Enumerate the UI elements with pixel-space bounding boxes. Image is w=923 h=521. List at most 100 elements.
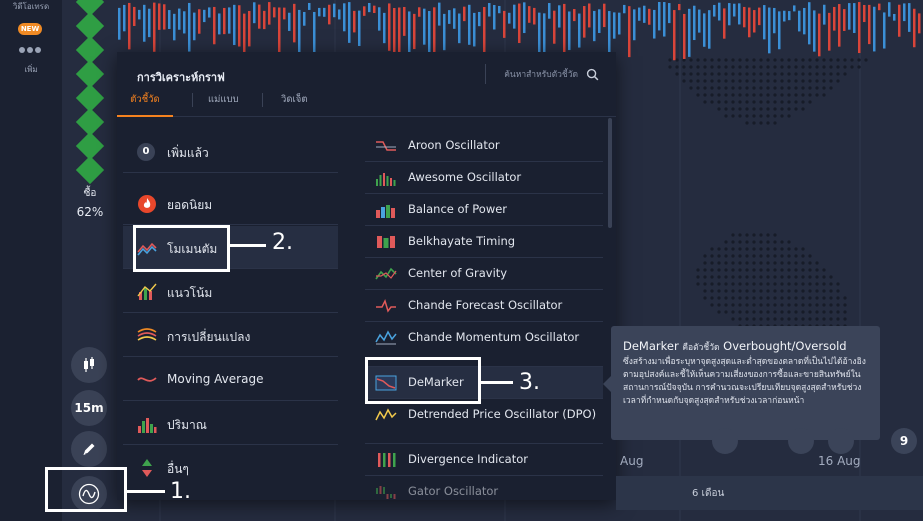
tab-widgets[interactable]: วิดเจ็ต xyxy=(281,90,308,117)
tab-templates[interactable]: แม่แบบ xyxy=(208,90,239,117)
category-label: เพิ่มแล้ว xyxy=(167,146,209,160)
timeline-range-label: 6 เดือน xyxy=(692,488,725,499)
category-trend[interactable]: แนวโน้ม xyxy=(123,270,338,313)
candle-type-button[interactable] xyxy=(71,347,107,383)
chart-analysis-dialog: การวิเคราะห์กราฟ ตัวชี้วัด แม่แบบ วิดเจ็… xyxy=(117,52,616,500)
indicator-gator-oscillator[interactable]: Gator Oscillator xyxy=(365,476,603,500)
category-other[interactable]: อื่นๆ xyxy=(123,446,338,489)
annotation-line-1 xyxy=(127,490,165,493)
candlestick-icon xyxy=(84,357,94,372)
annotation-box-1 xyxy=(45,467,127,512)
indicator-awesome-oscillator[interactable]: Awesome Oscillator xyxy=(365,162,603,194)
indicator-label: Divergence Indicator xyxy=(408,452,528,466)
annotation-line-2 xyxy=(230,244,266,247)
indicator-label: Chande Momentum Oscillator xyxy=(408,330,580,344)
category-added[interactable]: 0 เพิ่มแล้ว xyxy=(123,130,338,173)
gator-icon xyxy=(376,486,396,499)
chart-timeline: 9 Aug 16 Aug 6 เดือน xyxy=(616,428,923,521)
timeline-event-marker[interactable] xyxy=(788,428,814,454)
moving-average-icon xyxy=(137,377,157,382)
timeframe-button[interactable]: 15m xyxy=(71,390,107,426)
timeline-event-marker[interactable] xyxy=(828,428,854,454)
annotation-number-1: 1. xyxy=(170,479,191,504)
dialog-tabs: ตัวชี้วัด แม่แบบ วิดเจ็ต xyxy=(117,90,477,117)
indicator-search xyxy=(485,64,600,84)
annotation-number-2: 2. xyxy=(272,230,293,255)
cmo-icon xyxy=(375,330,397,345)
indicator-center-of-gravity[interactable]: Center of Gravity xyxy=(365,258,603,290)
tooltip-heading: DeMarker คือตัวชี้วัด Overbought/Oversol… xyxy=(623,338,869,356)
more-dots-icon[interactable] xyxy=(19,38,43,53)
indicator-list: Aroon Oscillator Awesome Oscillator Bala… xyxy=(365,130,605,500)
dialog-title: การวิเคราะห์กราฟ xyxy=(137,71,225,84)
indicator-label: Balance of Power xyxy=(408,202,508,216)
indicator-chande-forecast-oscillator[interactable]: Chande Forecast Oscillator xyxy=(365,290,603,322)
volume-icon xyxy=(138,418,157,433)
cog-icon xyxy=(375,267,397,280)
category-label: แนวโน้ม xyxy=(167,286,213,300)
belkhayate-icon xyxy=(377,236,395,248)
tab-indicators[interactable]: ตัวชี้วัด xyxy=(117,90,173,117)
indicator-belkhayate-timing[interactable]: Belkhayate Timing xyxy=(365,226,603,258)
indicator-label: Gator Oscillator xyxy=(408,484,499,498)
annotation-number-3: 3. xyxy=(519,370,540,395)
indicator-scrollbar[interactable] xyxy=(607,118,613,500)
other-icon xyxy=(142,459,152,477)
dpo-icon xyxy=(375,408,397,421)
tooltip-indicator-name: DeMarker xyxy=(623,339,679,353)
volatility-icon xyxy=(137,328,157,341)
indicator-label: Awesome Oscillator xyxy=(408,170,522,184)
search-icon[interactable] xyxy=(586,68,599,81)
indicator-divergence[interactable]: Divergence Indicator xyxy=(365,444,603,476)
timeline-date-left: Aug xyxy=(620,454,644,468)
category-label: ปริมาณ xyxy=(167,418,207,432)
indicator-balance-of-power[interactable]: Balance of Power xyxy=(365,194,603,226)
timeline-event-marker[interactable] xyxy=(712,428,738,454)
pencil-icon xyxy=(83,443,95,455)
sentiment-label: ซื้อ xyxy=(83,188,97,199)
sentiment-percent: 62% xyxy=(76,205,104,219)
indicator-detrended-price-oscillator[interactable]: Detrended Price Oscillator (DPO) xyxy=(365,399,603,444)
tooltip-description: ซึ่งสร้างมาเพื่อระบุหาจุดสูงสุดและต่ำสุด… xyxy=(623,357,866,406)
indicator-label: Chande Forecast Oscillator xyxy=(408,298,563,312)
new-badge: NEW xyxy=(18,23,42,35)
trader-sentiment-bar xyxy=(66,0,116,200)
category-label: ยอดนิยม xyxy=(167,198,213,212)
more-label[interactable]: เพิ่ม xyxy=(0,63,62,76)
category-popular[interactable]: ยอดนิยม xyxy=(123,182,338,225)
indicator-aroon-oscillator[interactable]: Aroon Oscillator xyxy=(365,130,603,162)
fire-icon xyxy=(138,195,156,213)
timeline-date-right: 16 Aug xyxy=(818,454,861,468)
indicator-label: Belkhayate Timing xyxy=(408,234,516,248)
indicator-label: Detrended Price Oscillator (DPO) xyxy=(408,407,597,421)
tooltip-indicator-type: Overbought/Oversold xyxy=(723,339,847,353)
category-list: 0 เพิ่มแล้ว ยอดนิยม โมเมนตัม แนวโน้ม การ… xyxy=(117,118,342,500)
awesome-icon xyxy=(376,173,396,186)
annotation-line-3 xyxy=(481,381,513,384)
bop-icon xyxy=(376,205,395,218)
category-moving-average[interactable]: Moving Average xyxy=(123,358,338,401)
indicator-search-input[interactable] xyxy=(486,67,578,83)
indicator-label: Center of Gravity xyxy=(408,266,508,280)
annotation-box-3 xyxy=(365,357,481,404)
category-label: การเปลี่ยนแปลง xyxy=(167,330,251,344)
tooltip-desc-prefix: คือตัวชี้วัด xyxy=(682,343,720,353)
indicator-label: Aroon Oscillator xyxy=(408,138,500,152)
annotation-box-2 xyxy=(133,225,230,272)
category-volatility[interactable]: การเปลี่ยนแปลง xyxy=(123,314,338,357)
drawing-tools-button[interactable] xyxy=(71,431,107,467)
timeline-event-marker[interactable]: 9 xyxy=(891,428,917,454)
video-trade-label[interactable]: วิดีโอเทรด xyxy=(0,0,62,13)
left-sidebar: วิดีโอเทรด NEW เพิ่ม xyxy=(0,0,62,521)
aroon-icon xyxy=(376,141,396,151)
category-label: Moving Average xyxy=(167,372,264,386)
added-count-badge: 0 xyxy=(137,143,155,161)
scrollbar-thumb[interactable] xyxy=(608,118,612,228)
indicator-tooltip: DeMarker คือตัวชี้วัด Overbought/Oversol… xyxy=(603,326,880,440)
cfo-icon xyxy=(376,298,396,313)
dialog-header: การวิเคราะห์กราฟ ตัวชี้วัด แม่แบบ วิดเจ็… xyxy=(117,52,616,117)
category-label: อื่นๆ xyxy=(167,462,189,476)
timeline-range-bar[interactable]: 6 เดือน xyxy=(616,476,923,510)
divergence-icon xyxy=(378,453,396,467)
category-volume[interactable]: ปริมาณ xyxy=(123,402,338,445)
